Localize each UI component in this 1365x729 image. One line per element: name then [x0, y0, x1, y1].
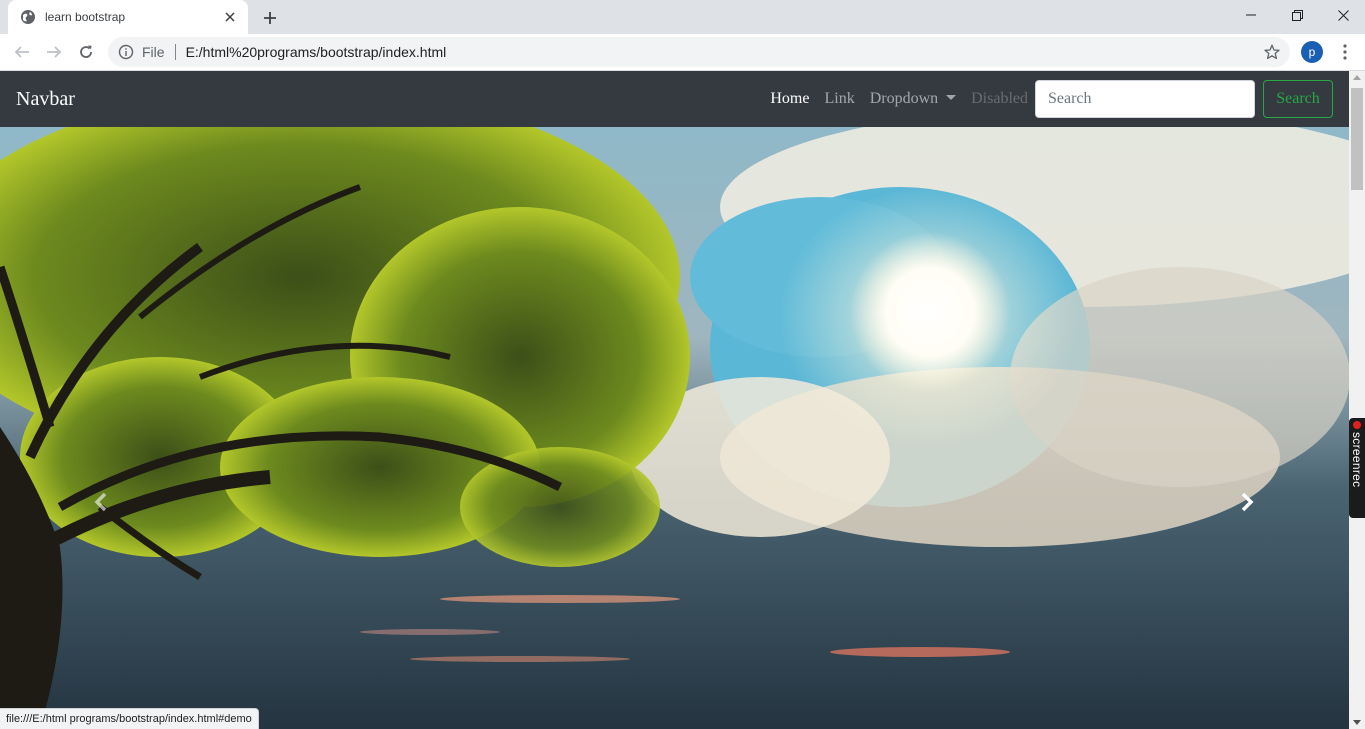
profile-avatar[interactable]: p: [1301, 41, 1323, 63]
url-text[interactable]: E:/html%20programs/bootstrap/index.html: [186, 44, 447, 60]
scroll-thumb[interactable]: [1351, 88, 1363, 190]
browser-toolbar: File E:/html%20programs/bootstrap/index.…: [0, 34, 1365, 71]
nav-link-link[interactable]: Link: [824, 90, 854, 108]
nav-dropdown-toggle[interactable]: Dropdown: [869, 90, 957, 108]
tab-title: learn bootstrap: [45, 10, 126, 24]
globe-icon: [21, 10, 35, 24]
page-viewport: Navbar Home Link Dropdown Disabled Searc…: [0, 71, 1349, 729]
restore-icon[interactable]: [1274, 0, 1320, 30]
navbar-links: Home Link Dropdown Disabled Search: [770, 80, 1333, 118]
bookmark-star-icon[interactable]: [1264, 44, 1280, 60]
tab-strip: learn bootstrap: [0, 0, 1365, 34]
status-url-bubble: file:///E:/html programs/bootstrap/index…: [0, 708, 259, 729]
record-dot-icon: [1353, 421, 1361, 429]
carousel-next-icon[interactable]: [1232, 487, 1262, 517]
forward-icon[interactable]: [40, 38, 68, 66]
scheme-label: File: [142, 44, 165, 60]
carousel-image: [0, 127, 1349, 729]
info-icon[interactable]: [118, 44, 134, 60]
search-input[interactable]: [1035, 80, 1255, 118]
address-bar[interactable]: File E:/html%20programs/bootstrap/index.…: [108, 37, 1290, 67]
reload-icon[interactable]: [72, 38, 100, 66]
screenrec-label: screenrec: [1350, 432, 1364, 488]
bootstrap-navbar: Navbar Home Link Dropdown Disabled Searc…: [0, 71, 1349, 127]
window-close-icon[interactable]: [1320, 0, 1365, 30]
scroll-down-icon[interactable]: [1353, 720, 1361, 725]
browser-tab[interactable]: learn bootstrap: [8, 0, 248, 34]
nav-link-disabled: Disabled: [971, 90, 1028, 107]
carousel: [0, 127, 1349, 729]
caret-down-icon: [946, 95, 957, 100]
navbar-brand[interactable]: Navbar: [16, 88, 75, 111]
tab-close-icon[interactable]: [222, 9, 238, 25]
minimize-icon[interactable]: [1228, 0, 1274, 30]
search-button[interactable]: Search: [1263, 80, 1333, 118]
menu-kebab-icon[interactable]: [1335, 42, 1355, 62]
scroll-up-icon[interactable]: [1353, 75, 1361, 80]
back-icon[interactable]: [8, 38, 36, 66]
nav-link-home[interactable]: Home: [770, 90, 809, 108]
new-tab-icon[interactable]: [258, 6, 282, 30]
page-scrollbar[interactable]: [1349, 71, 1365, 729]
carousel-prev-icon[interactable]: [86, 487, 116, 517]
omnibox-divider: [174, 44, 176, 60]
screenrec-badge[interactable]: screenrec: [1349, 418, 1365, 518]
nav-dropdown-label: Dropdown: [869, 90, 939, 107]
